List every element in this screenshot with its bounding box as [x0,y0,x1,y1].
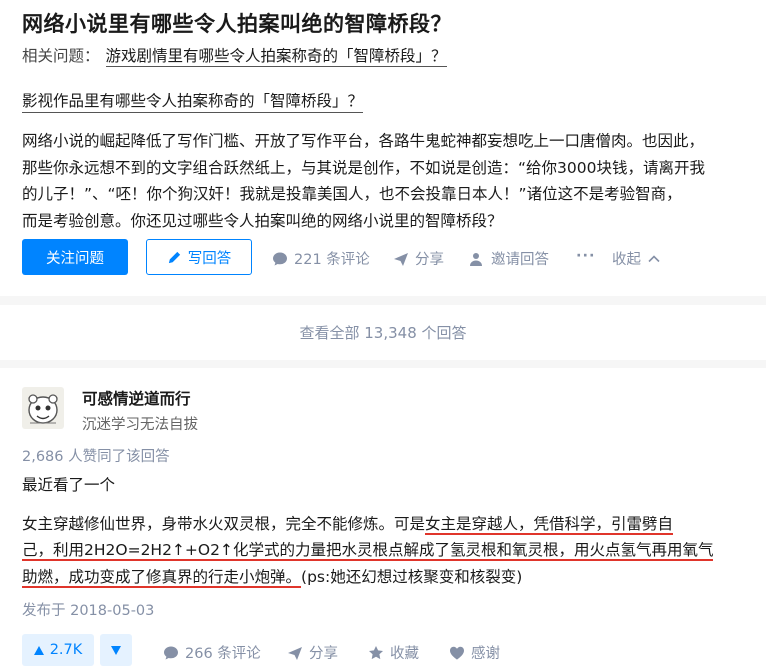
voters-count[interactable]: 2,686 人赞同了该回答 [22,445,170,466]
answer-paragraph-line: 己，利用2H2O=2H2↑+O2↑化学式的力量把水灵根点解成了氢灵根和氧灵根，用… [22,537,752,564]
related-question-link-1[interactable]: 游戏剧情里有哪些令人拍案称奇的「智障桥段」？ [105,47,447,67]
related-label: 相关问题： [22,47,100,65]
comment-icon [163,645,179,661]
question-card: 网络小说里有哪些令人拍案叫绝的智障桥段？ 相关问题： 游戏剧情里有哪些令人拍案称奇… [0,0,766,296]
question-share-button[interactable]: 分享 [393,248,444,269]
triangle-up-icon [33,645,44,655]
answer-text: 女主穿越修仙世界，身带水火双灵根，完全不能修炼。可是 [22,514,426,533]
view-all-answers-bar[interactable]: 查看全部 13,348 个回答 [0,305,766,360]
invite-answer-label: 邀请回答 [491,252,549,268]
answer-content: 最近看了一个 女主穿越修仙世界，身带水火双灵根，完全不能修炼。可是女主是穿越人，… [22,472,752,590]
author-headline: 沉迷学习无法自拔 [82,417,198,433]
question-comments-button[interactable]: 221 条评论 [272,248,370,269]
thanks-label: 感谢 [471,646,500,662]
question-description: 网络小说的崛起降低了写作门槛、开放了写作平台，各路牛鬼蛇神都妄想吃上一口唐僧肉。… [22,128,752,234]
answer-comments-button[interactable]: 266 条评论 [163,642,261,663]
answer-comments-label: 266 条评论 [185,646,261,662]
triangle-down-icon [111,645,121,655]
share-icon [287,645,303,661]
favorite-button[interactable]: 收藏 [368,642,419,663]
collapse-button[interactable]: 收起 [612,248,661,269]
description-line: 而是考验创意。你还见过哪些令人拍案叫绝的网络小说里的智障桥段？ [22,211,503,230]
heart-icon [449,645,465,661]
invite-answer-button[interactable]: 邀请回答 [469,248,549,269]
publish-date[interactable]: 发布于 2018-05-03 [22,599,154,620]
answer-paragraph-line: 女主穿越修仙世界，身带水火双灵根，完全不能修炼。可是女主是穿越人，凭借科学，引雷… [22,511,752,538]
related-question-link-2[interactable]: 影视作品里有哪些令人拍案称奇的「智障桥段」？ [22,89,364,113]
comment-icon [272,251,288,267]
answer-text: (ps:她还幻想过核聚变和核裂变) [301,567,523,586]
related-question-row: 相关问题： 游戏剧情里有哪些令人拍案称奇的「智障桥段」？ [22,44,447,67]
upvote-count: 2.7K [49,642,83,658]
answer-intro: 最近看了一个 [22,476,116,494]
chevron-up-icon [647,252,661,266]
pencil-icon [167,250,182,265]
downvote-button[interactable] [100,634,132,666]
write-answer-button[interactable]: 写回答 [146,239,252,275]
write-answer-label: 写回答 [187,250,232,267]
description-line: 网络小说的崛起降低了写作门槛、开放了写作平台，各路牛鬼蛇神都妄想吃上一口唐僧肉。… [22,132,705,150]
thanks-button[interactable]: 感谢 [449,642,500,663]
underlined-text: 助燃，成功变成了修真界的行走小炮弹。 [22,567,302,588]
question-share-label: 分享 [415,252,444,268]
answer-paragraph-line: 助燃，成功变成了修真界的行走小炮弹。(ps:她还幻想过核聚变和核裂变) [22,564,752,591]
description-line: 的儿子！”、“呸！你个狗汉奸！我就是投靠美国人，也不会投靠日本人！”诸位这不是考… [22,185,682,203]
share-icon [393,251,409,267]
favorite-label: 收藏 [390,646,419,662]
underlined-text: 己，利用2H2O=2H2↑+O2↑化学式的力量把水灵根点解成了氢灵根和氧灵根，用… [22,541,714,561]
view-all-answers-label: 查看全部 13,348 个回答 [299,324,467,342]
question-comments-label: 221 条评论 [294,252,370,268]
avatar[interactable] [22,387,64,429]
answer-share-label: 分享 [309,646,338,662]
author-name[interactable]: 可感情逆道而行 [82,387,191,409]
person-add-icon [469,251,485,267]
description-line: 那些你永远想不到的文字组合跃然纸上，与其说是创作，不如说是创造：“给你3000块… [22,158,705,177]
question-title[interactable]: 网络小说里有哪些令人拍案叫绝的智障桥段？ [22,8,452,38]
upvote-button[interactable]: 2.7K [22,634,94,666]
follow-question-button[interactable]: 关注问题 [22,239,128,275]
underlined-text: 女主是穿越人，凭借科学，引雷劈自 [425,514,674,535]
answer-share-button[interactable]: 分享 [287,642,338,663]
more-options-button[interactable]: ··· [576,248,596,264]
star-icon [368,645,384,661]
collapse-label: 收起 [612,252,641,268]
